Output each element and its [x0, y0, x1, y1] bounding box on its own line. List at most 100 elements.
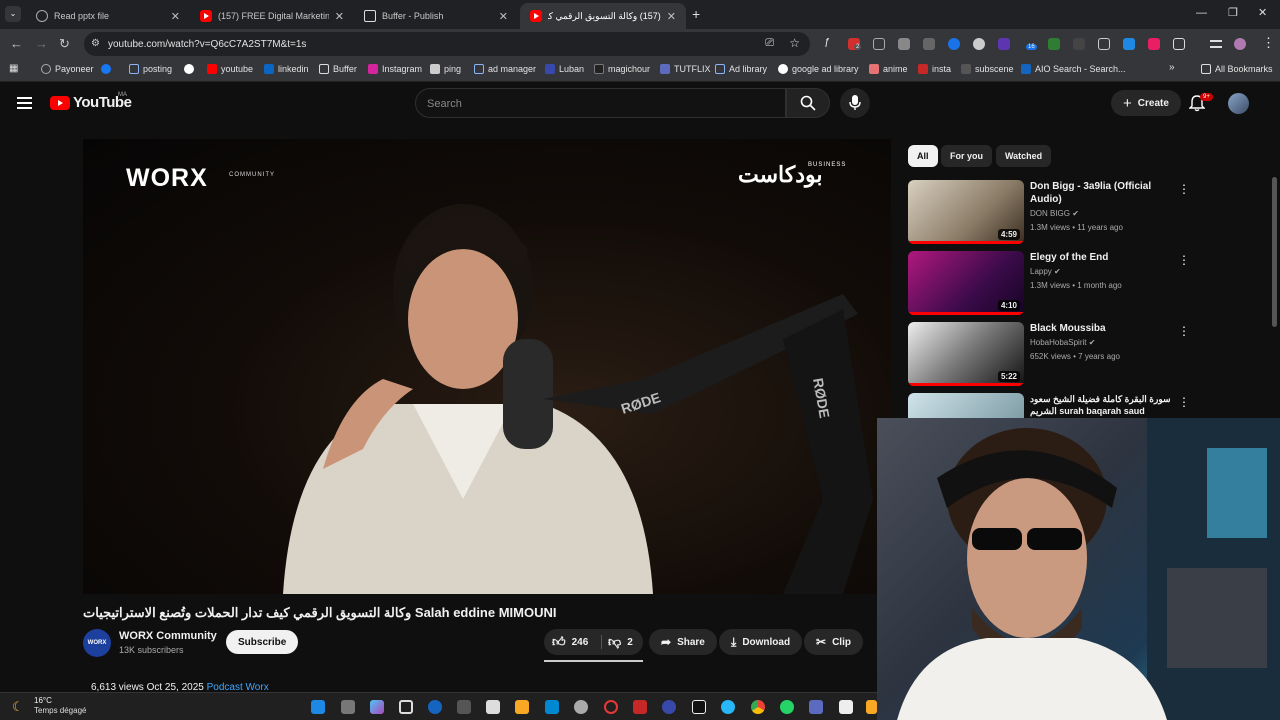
more-actions-icon[interactable]: ⋮ [1178, 395, 1190, 409]
like-button[interactable]: 👍︎ 246 [552, 634, 588, 650]
clip-button[interactable]: ✂ Clip [804, 629, 863, 655]
browser-tab-1[interactable]: Read pptx file ✕ [26, 3, 190, 29]
scrollbar-thumb[interactable] [1272, 177, 1277, 327]
opera-icon[interactable] [604, 700, 618, 714]
app-icon[interactable] [486, 700, 500, 714]
video-thumbnail[interactable]: 5:22 [908, 322, 1024, 386]
more-actions-icon[interactable]: ⋮ [1178, 253, 1190, 267]
app-icon[interactable] [866, 700, 877, 714]
recommendation-channel[interactable]: HobaHobaSpirit ✔ [1030, 338, 1095, 347]
close-icon[interactable]: ✕ [171, 10, 180, 23]
dislike-button[interactable]: 👎︎ 2 [608, 634, 633, 650]
channel-avatar[interactable]: WORX [83, 629, 111, 657]
weather-temp[interactable]: 16°C [34, 696, 52, 705]
video-thumbnail[interactable] [908, 393, 1024, 418]
browser-tab-3[interactable]: Buffer - Publish ✕ [354, 3, 518, 29]
recommendation-card[interactable]: 5:22 Black Moussiba HobaHobaSpirit ✔ 652… [908, 322, 1268, 386]
recommendation-card[interactable]: 4:10 Elegy of the End Lappy ✔ 1.3M views… [908, 251, 1268, 315]
extension-icon[interactable] [923, 38, 935, 50]
extension-icon[interactable] [1123, 38, 1135, 50]
browser-tab-2[interactable]: (157) FREE Digital Marketing Co ✕ [190, 3, 354, 29]
site-info-icon[interactable]: ⚙ [91, 38, 100, 49]
app-icon[interactable] [428, 700, 442, 714]
task-view-icon[interactable] [341, 700, 355, 714]
close-window-icon[interactable]: ✕ [1258, 6, 1267, 19]
app-icon[interactable] [457, 700, 471, 714]
chevron-right-icon[interactable]: » [1169, 62, 1175, 73]
video-thumbnail[interactable]: 4:59 [908, 180, 1024, 244]
more-actions-icon[interactable]: ⋮ [1178, 324, 1190, 338]
bookmark-payoneer[interactable]: Payoneer [41, 64, 94, 74]
reload-icon[interactable]: ↻ [59, 36, 70, 52]
telegram-icon[interactable] [721, 700, 735, 714]
chip-all[interactable]: All [908, 145, 938, 167]
extension-icon[interactable] [1098, 38, 1110, 50]
search-button[interactable] [786, 88, 830, 118]
create-button[interactable]: + Create [1111, 90, 1181, 116]
more-actions-icon[interactable]: ⋮ [1178, 182, 1190, 196]
bookmark-tutflix[interactable]: TUTFLIX [660, 64, 711, 74]
recommendation-channel[interactable]: Lappy ✔ [1030, 267, 1061, 276]
app-icon[interactable] [809, 700, 823, 714]
subscribe-button[interactable]: Subscribe [226, 630, 299, 654]
video-thumbnail[interactable]: 4:10 [908, 251, 1024, 315]
recommendation-card[interactable]: سورة البقرة كاملة فضيلة الشيخ سعود الشري… [908, 393, 1268, 418]
cast-icon[interactable]: ⎚ [765, 37, 774, 50]
extension-icon[interactable] [973, 38, 985, 50]
reading-list-icon[interactable] [1210, 40, 1222, 48]
recommendation-channel[interactable]: DON BIGG ✔ [1030, 209, 1079, 218]
app-icon[interactable] [633, 700, 647, 714]
bookmark-youtube[interactable]: youtube [207, 64, 253, 74]
bookmark-ad-manager[interactable]: ad manager [474, 64, 536, 74]
bookmark-posting[interactable]: posting [129, 64, 172, 74]
notion-icon[interactable] [839, 700, 853, 714]
bookmark-instagram[interactable]: Instagram [368, 64, 422, 74]
edge-icon[interactable] [545, 700, 559, 714]
app-icon[interactable] [662, 700, 676, 714]
bookmark-google[interactable] [184, 64, 194, 74]
hamburger-menu-icon[interactable] [17, 97, 32, 109]
bookmark-google-ad-library[interactable]: google ad library [778, 64, 859, 74]
weather-desc[interactable]: Temps dégagé [34, 706, 86, 715]
account-avatar[interactable] [1228, 93, 1249, 114]
browser-tab-4-active[interactable]: (157) وكالة التسويق الرقمي كيف... ✕ [520, 3, 686, 29]
all-bookmarks[interactable]: All Bookmarks [1201, 64, 1273, 74]
bookmark-magichour[interactable]: magichour [594, 64, 650, 74]
back-arrow-icon[interactable]: ← [10, 36, 23, 51]
extensions-puzzle-icon[interactable] [1173, 38, 1185, 50]
chip-watched[interactable]: Watched [996, 145, 1052, 167]
share-button[interactable]: ➦ Share [649, 629, 717, 655]
bookmark-ad-library[interactable]: Ad library [715, 64, 767, 74]
bookmark-anime[interactable]: anime [869, 64, 908, 74]
copilot-icon[interactable] [370, 700, 384, 714]
youtube-logo[interactable]: YouTube MA [50, 92, 132, 111]
bookmark-star-icon[interactable]: ☆ [789, 36, 800, 50]
close-icon[interactable]: ✕ [335, 10, 344, 23]
profile-icon[interactable] [1234, 38, 1246, 50]
bookmark-subscene[interactable]: subscene [961, 64, 1014, 74]
app-icon[interactable] [399, 700, 413, 714]
minimize-icon[interactable]: — [1196, 7, 1207, 19]
tab-search-chevron-icon[interactable]: ⌄ [5, 6, 21, 22]
bookmark-buffer[interactable]: Buffer [319, 64, 357, 74]
extension-blue-icon[interactable] [948, 38, 960, 50]
video-player[interactable]: RØDE RØDE WORX COMMUNITY بودكاست BUSINES… [83, 139, 891, 594]
chip-for-you[interactable]: For you [941, 145, 992, 167]
bookmark-linkedin[interactable]: linkedin [264, 64, 309, 74]
restore-icon[interactable]: ❐ [1228, 6, 1238, 19]
channel-name[interactable]: WORX Community [119, 630, 217, 642]
bookmark-aio-search[interactable]: AIO Search - Search... [1021, 64, 1126, 74]
new-tab-plus-icon[interactable]: + [692, 6, 700, 22]
settings-icon[interactable] [574, 700, 588, 714]
extension-icon[interactable] [873, 38, 885, 50]
bookmark-facebook[interactable] [101, 64, 111, 74]
fx-extension-icon[interactable]: ƒ [824, 37, 830, 48]
extension-green-icon[interactable] [1048, 38, 1060, 50]
bookmark-luban[interactable]: Luban [545, 64, 584, 74]
windows-start-icon[interactable] [311, 700, 325, 714]
extension-icon[interactable] [1148, 38, 1160, 50]
close-icon[interactable]: ✕ [499, 10, 508, 23]
whatsapp-icon[interactable] [780, 700, 794, 714]
chrome-icon[interactable] [751, 700, 765, 714]
bookmark-insta[interactable]: insta [918, 64, 951, 74]
